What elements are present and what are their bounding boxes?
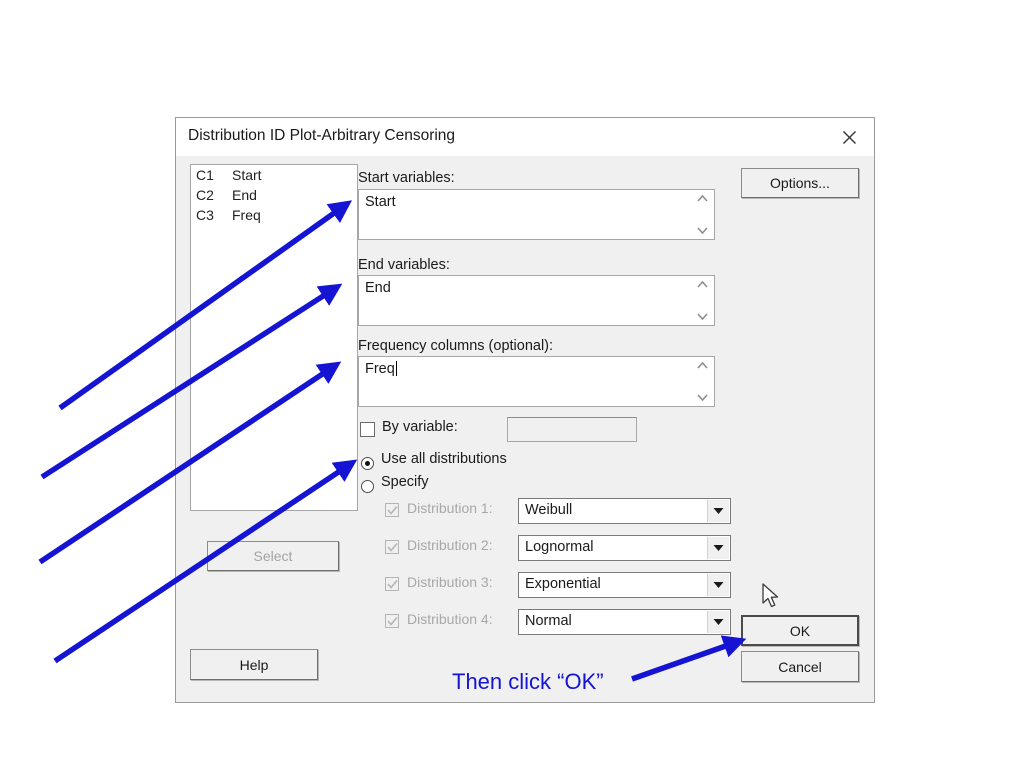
distribution-3-label: Distribution 3: <box>407 574 493 590</box>
distribution-1-value: Weibull <box>525 502 573 518</box>
by-variable-checkbox[interactable] <box>360 422 375 437</box>
start-variables-scrollbar[interactable] <box>692 191 713 238</box>
close-icon[interactable] <box>832 122 866 152</box>
distribution-2-value: Lognormal <box>525 539 594 555</box>
chevron-down-icon[interactable] <box>707 500 729 522</box>
use-all-distributions-radio[interactable] <box>361 457 374 470</box>
frequency-columns-label: Frequency columns (optional): <box>358 338 554 354</box>
distribution-2-label: Distribution 2: <box>407 537 493 553</box>
start-variables-input[interactable]: Start <box>358 189 715 240</box>
chevron-down-icon <box>697 227 708 235</box>
use-all-distributions-label[interactable]: Use all distributions <box>381 451 507 467</box>
end-variables-scrollbar[interactable] <box>692 277 713 324</box>
specify-label[interactable]: Specify <box>381 474 429 490</box>
distribution-3-checkbox <box>385 577 399 591</box>
frequency-columns-input[interactable]: Freq <box>358 356 715 407</box>
variable-column: C1 <box>196 167 214 183</box>
ok-button[interactable]: OK <box>741 615 859 646</box>
distribution-2-select[interactable]: Lognormal <box>518 535 731 561</box>
select-button[interactable]: Select <box>207 541 339 571</box>
distribution-1-select[interactable]: Weibull <box>518 498 731 524</box>
variable-column: C2 <box>196 187 214 203</box>
distribution-1-label: Distribution 1: <box>407 500 493 516</box>
chevron-up-icon <box>697 194 708 202</box>
distribution-4-value: Normal <box>525 613 572 629</box>
distribution-3-value: Exponential <box>525 576 601 592</box>
list-item[interactable]: C1 Start <box>191 165 357 185</box>
dialog-title: Distribution ID Plot-Arbitrary Censoring <box>188 127 456 144</box>
then-click-ok-annotation: Then click “OK” <box>452 669 604 694</box>
variable-list[interactable]: C1 Start C2 End C3 Freq <box>190 164 358 511</box>
chevron-up-icon <box>697 361 708 369</box>
chevron-down-icon[interactable] <box>707 611 729 633</box>
distribution-4-checkbox <box>385 614 399 628</box>
distribution-4-select[interactable]: Normal <box>518 609 731 635</box>
end-variables-value: End <box>365 280 391 296</box>
frequency-columns-value: Freq <box>365 361 397 377</box>
text-caret <box>395 361 397 376</box>
list-item[interactable]: C2 End <box>191 185 357 205</box>
checkmark-icon <box>387 579 398 589</box>
specify-radio[interactable] <box>361 480 374 493</box>
mouse-pointer-icon <box>762 583 779 608</box>
chevron-down-icon[interactable] <box>707 537 729 559</box>
start-variables-value: Start <box>365 194 396 210</box>
end-variables-label: End variables: <box>358 257 450 273</box>
distribution-4-label: Distribution 4: <box>407 611 493 627</box>
chevron-down-icon <box>697 394 708 402</box>
options-button[interactable]: Options... <box>741 168 859 198</box>
variable-name: End <box>232 187 257 203</box>
by-variable-input[interactable] <box>507 417 637 442</box>
checkmark-icon <box>387 542 398 552</box>
end-variables-input[interactable]: End <box>358 275 715 326</box>
frequency-columns-scrollbar[interactable] <box>692 358 713 405</box>
list-item[interactable]: C3 Freq <box>191 205 357 225</box>
checkmark-icon <box>387 616 398 626</box>
distribution-3-select[interactable]: Exponential <box>518 572 731 598</box>
by-variable-label: By variable: <box>382 419 458 435</box>
distribution-1-checkbox <box>385 503 399 517</box>
chevron-down-icon[interactable] <box>707 574 729 596</box>
dialog-titlebar: Distribution ID Plot-Arbitrary Censoring <box>176 118 874 156</box>
variable-name: Start <box>232 167 262 183</box>
distribution-2-checkbox <box>385 540 399 554</box>
distribution-id-plot-dialog: Distribution ID Plot-Arbitrary Censoring… <box>175 117 875 703</box>
start-variables-label: Start variables: <box>358 170 455 186</box>
cancel-button[interactable]: Cancel <box>741 651 859 682</box>
help-button[interactable]: Help <box>190 649 318 680</box>
screen: Distribution ID Plot-Arbitrary Censoring… <box>0 0 1024 768</box>
chevron-up-icon <box>697 280 708 288</box>
variable-column: C3 <box>196 207 214 223</box>
chevron-down-icon <box>697 313 708 321</box>
variable-name: Freq <box>232 207 261 223</box>
checkmark-icon <box>387 505 398 515</box>
